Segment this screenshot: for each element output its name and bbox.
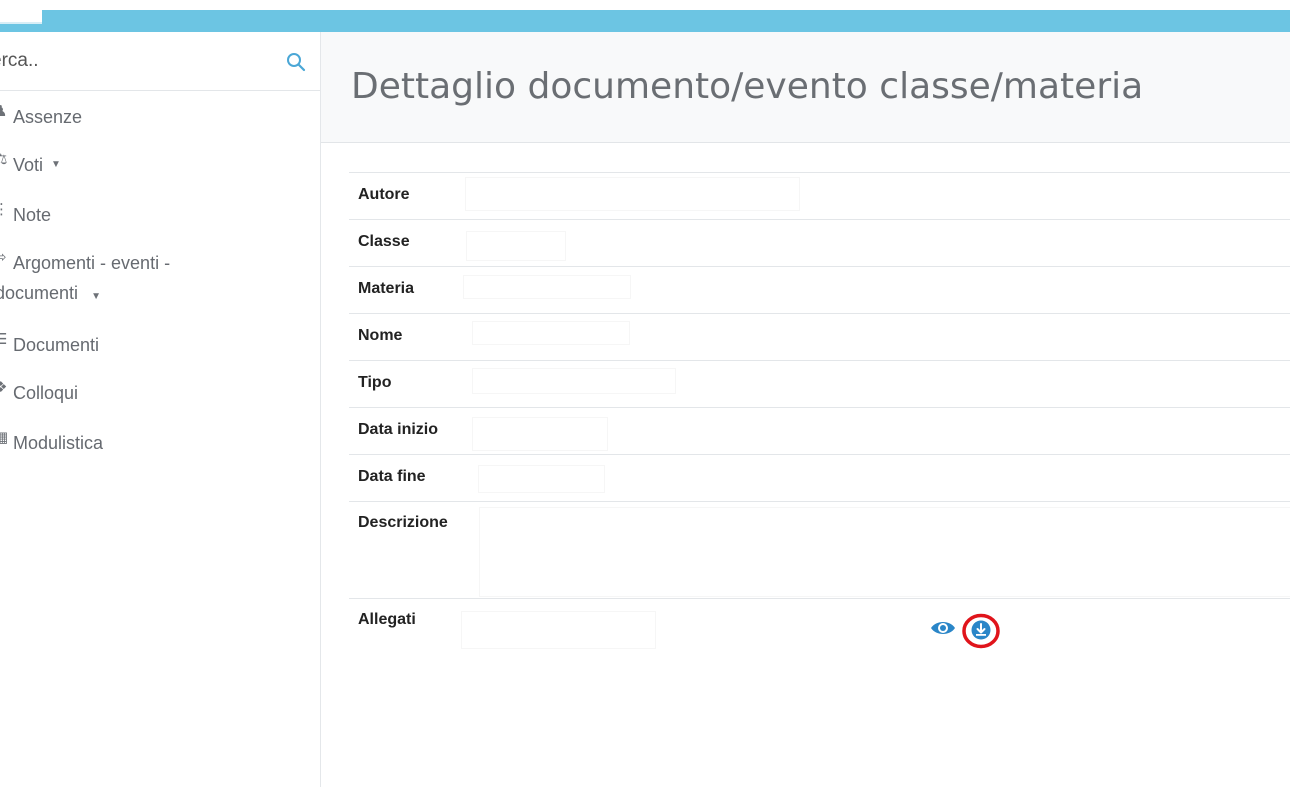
field-value <box>480 508 1290 596</box>
title-bar: Dettaglio documento/evento classe/materi… <box>321 32 1290 143</box>
arrow-icon: ⇨ <box>0 249 7 266</box>
user-check-icon: ♟ <box>0 103 8 120</box>
field-row-tipo: Tipo <box>349 360 1290 407</box>
sidebar-nav: ♟ Assenze ⚖ Voti ▼ ⋮ Note ⇨ Argomenti - … <box>0 100 320 474</box>
field-row-descrizione: Descrizione <box>349 501 1290 598</box>
sidebar-item-label: Voti <box>13 155 44 175</box>
detail-table: Autore Classe Materia Nome Tipo Data ini… <box>349 172 1290 689</box>
page-title: Dettaglio documento/evento classe/materi… <box>351 66 1144 107</box>
field-row-materia: Materia <box>349 266 1290 313</box>
sidebar-item-label-2: documenti <box>0 283 79 303</box>
top-bar-notch <box>0 10 42 24</box>
sidebar-item-argomenti[interactable]: ⇨ Argomenti - eventi - documenti ▼ <box>0 246 320 328</box>
field-value <box>467 232 565 260</box>
field-value <box>464 276 630 298</box>
field-label: Allegati <box>358 611 416 628</box>
field-label: Classe <box>358 233 410 250</box>
sidebar: ♟ Assenze ⚖ Voti ▼ ⋮ Note ⇨ Argomenti - … <box>0 32 321 787</box>
sidebar-item-label: Modulistica <box>13 433 104 453</box>
search-box <box>0 32 320 91</box>
notes-icon: ⋮ <box>0 201 9 218</box>
sidebar-item-modulistica[interactable]: ▦ Modulistica <box>0 426 320 474</box>
chevron-down-icon: ▼ <box>91 291 101 302</box>
chevron-down-icon: ▼ <box>51 159 61 170</box>
field-row-data-inizio: Data inizio <box>349 407 1290 454</box>
sidebar-item-label: Argomenti - eventi - <box>13 253 171 273</box>
field-value <box>479 466 604 492</box>
sidebar-item-documenti[interactable]: ☰ Documenti <box>0 328 320 376</box>
sidebar-item-colloqui[interactable]: ❖ Colloqui <box>0 376 320 426</box>
field-row-nome: Nome <box>349 313 1290 360</box>
main-content: Dettaglio documento/evento classe/materi… <box>321 32 1290 787</box>
sidebar-item-label: Documenti <box>13 335 100 355</box>
sidebar-item-label: Note <box>13 205 52 225</box>
sidebar-item-note[interactable]: ⋮ Note <box>0 198 320 246</box>
sidebar-item-voti[interactable]: ⚖ Voti ▼ <box>0 148 320 198</box>
download-icon[interactable] <box>962 613 1000 649</box>
search-icon[interactable] <box>286 52 306 72</box>
field-value <box>473 369 675 393</box>
eye-icon[interactable] <box>930 617 956 639</box>
sidebar-item-label-wrap: Argomenti - eventi - documenti ▼ <box>0 246 171 314</box>
sidebar-item-assenze[interactable]: ♟ Assenze <box>0 100 320 148</box>
search-input[interactable] <box>0 44 270 78</box>
field-label: Autore <box>358 186 410 203</box>
field-row-autore: Autore <box>349 172 1290 219</box>
field-row-allegati: Allegati <box>349 598 1290 689</box>
sidebar-item-label: Assenze <box>13 107 83 127</box>
sidebar-item-label: Colloqui <box>13 383 79 403</box>
top-bar <box>0 10 1290 32</box>
field-row-classe: Classe <box>349 219 1290 266</box>
field-value <box>466 178 799 210</box>
clipboard-icon: ▦ <box>0 429 9 446</box>
field-label: Descrizione <box>358 514 448 531</box>
handshake-icon: ❖ <box>0 379 8 396</box>
field-label: Data inizio <box>358 421 439 438</box>
field-label: Materia <box>358 280 415 297</box>
field-label: Tipo <box>358 374 392 391</box>
bank-icon: ⚖ <box>0 151 8 168</box>
field-label: Data fine <box>358 468 426 485</box>
field-value <box>473 322 629 344</box>
graduation-cap-icon: ☰ <box>0 331 8 348</box>
field-label: Nome <box>358 327 403 344</box>
field-value <box>473 418 607 450</box>
field-row-data-fine: Data fine <box>349 454 1290 501</box>
field-value <box>462 612 655 648</box>
